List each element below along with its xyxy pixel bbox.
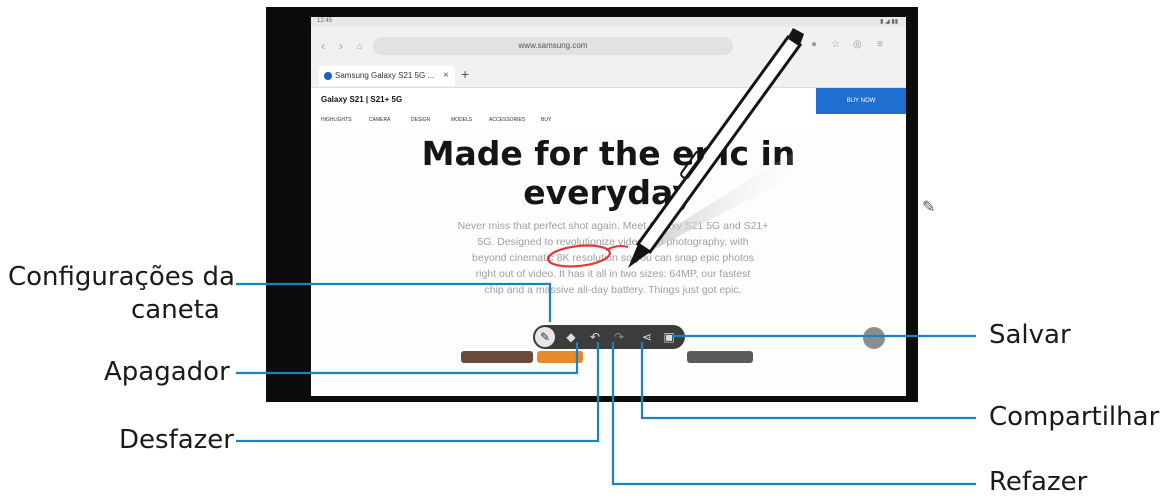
tabs-icon[interactable]: ▢ xyxy=(789,39,798,50)
browser-tab[interactable]: Samsung Galaxy S21 5G ... × xyxy=(319,66,455,86)
headline-line-2: everyday xyxy=(523,173,694,212)
callout-undo: Desfazer xyxy=(119,425,234,455)
url-text: www.samsung.com xyxy=(518,41,588,50)
status-bar: 12:45 ▮ ◢ ▮▮ xyxy=(311,17,906,27)
subnav-item-highlights[interactable]: HIGHLIGHTS xyxy=(321,117,352,123)
callout-share: Compartilhar xyxy=(989,402,1160,432)
headline-line-1: Made for the epic in xyxy=(421,134,796,173)
subnav-item-design[interactable]: DESIGN xyxy=(411,117,430,123)
pen-toolbar: ✎ ◆ ↶ ↷ ⋖ ▣ xyxy=(533,325,685,349)
browser-toolbar: ‹ › ⌂ www.samsung.com ▢ ● ☆ ◎ ≡ xyxy=(311,27,906,63)
page-content: Made for the epic in everyday Never miss… xyxy=(311,128,906,396)
bookmark-icon[interactable]: ☆ xyxy=(831,39,840,50)
close-tab-icon[interactable]: × xyxy=(443,66,449,86)
home-icon[interactable]: ⌂ xyxy=(357,41,362,51)
floating-action-button[interactable] xyxy=(863,327,885,349)
new-tab-button[interactable]: + xyxy=(461,66,469,82)
callout-save: Salvar xyxy=(989,320,1071,350)
redo-icon[interactable]: ↷ xyxy=(609,327,629,347)
thumbnail xyxy=(461,351,533,363)
body-line-4: right out of video. It has it all in two… xyxy=(475,268,751,280)
tab-strip: Samsung Galaxy S21 5G ... × + xyxy=(311,63,906,88)
save-icon[interactable]: ▣ xyxy=(659,327,679,347)
thumbnail xyxy=(537,351,583,363)
share-icon[interactable]: ⋖ xyxy=(637,327,657,347)
body-text: Never miss that perfect shot again. Meet… xyxy=(443,218,783,298)
tablet-screen: 12:45 ▮ ◢ ▮▮ ‹ › ⌂ www.samsung.com ▢ ● ☆… xyxy=(311,17,906,396)
tab-title: Samsung Galaxy S21 5G ... xyxy=(335,71,435,80)
buy-now-button[interactable]: BUY NOW xyxy=(816,88,906,114)
callout-eraser: Apagador xyxy=(104,357,230,387)
edge-pen-icon: ✎ xyxy=(922,199,936,216)
body-line-1: Never miss that perfect shot again. Meet… xyxy=(457,220,769,232)
body-line-2: 5G. Designed to revolutionize video and … xyxy=(477,236,749,248)
subnav-item-models[interactable]: MODELS xyxy=(451,117,472,123)
callout-pen-settings-line2: caneta xyxy=(131,295,220,325)
samsung-favicon-icon xyxy=(324,72,332,80)
body-line-3: beyond cinematic 8K resolution so you ca… xyxy=(472,252,754,264)
account-icon[interactable]: ● xyxy=(811,39,817,50)
product-subnav: HIGHLIGHTS CAMERA DESIGN MODELS ACCESSOR… xyxy=(311,114,906,129)
menu-icon[interactable]: ≡ xyxy=(877,39,883,50)
callout-redo: Refazer xyxy=(989,467,1088,497)
product-title: Galaxy S21 | S21+ 5G xyxy=(321,95,403,104)
subnav-item-buy[interactable]: BUY xyxy=(541,117,551,123)
site-header: Galaxy S21 | S21+ 5G BUY NOW xyxy=(311,88,906,114)
sync-icon[interactable]: ◎ xyxy=(853,39,862,50)
subnav-item-accessories[interactable]: ACCESSORIES xyxy=(489,117,525,123)
body-line-5: chip and a massive all-day battery. Thin… xyxy=(484,284,742,296)
address-bar[interactable]: www.samsung.com xyxy=(373,37,733,55)
thumbnail xyxy=(687,351,753,363)
pen-settings-icon[interactable]: ✎ xyxy=(535,327,555,347)
forward-icon[interactable]: › xyxy=(339,39,343,53)
undo-icon[interactable]: ↶ xyxy=(585,327,605,347)
subnav-item-camera[interactable]: CAMERA xyxy=(369,117,390,123)
callout-pen-settings-line1: Configurações da xyxy=(8,262,235,292)
eraser-icon[interactable]: ◆ xyxy=(561,327,581,347)
back-icon[interactable]: ‹ xyxy=(321,39,325,53)
